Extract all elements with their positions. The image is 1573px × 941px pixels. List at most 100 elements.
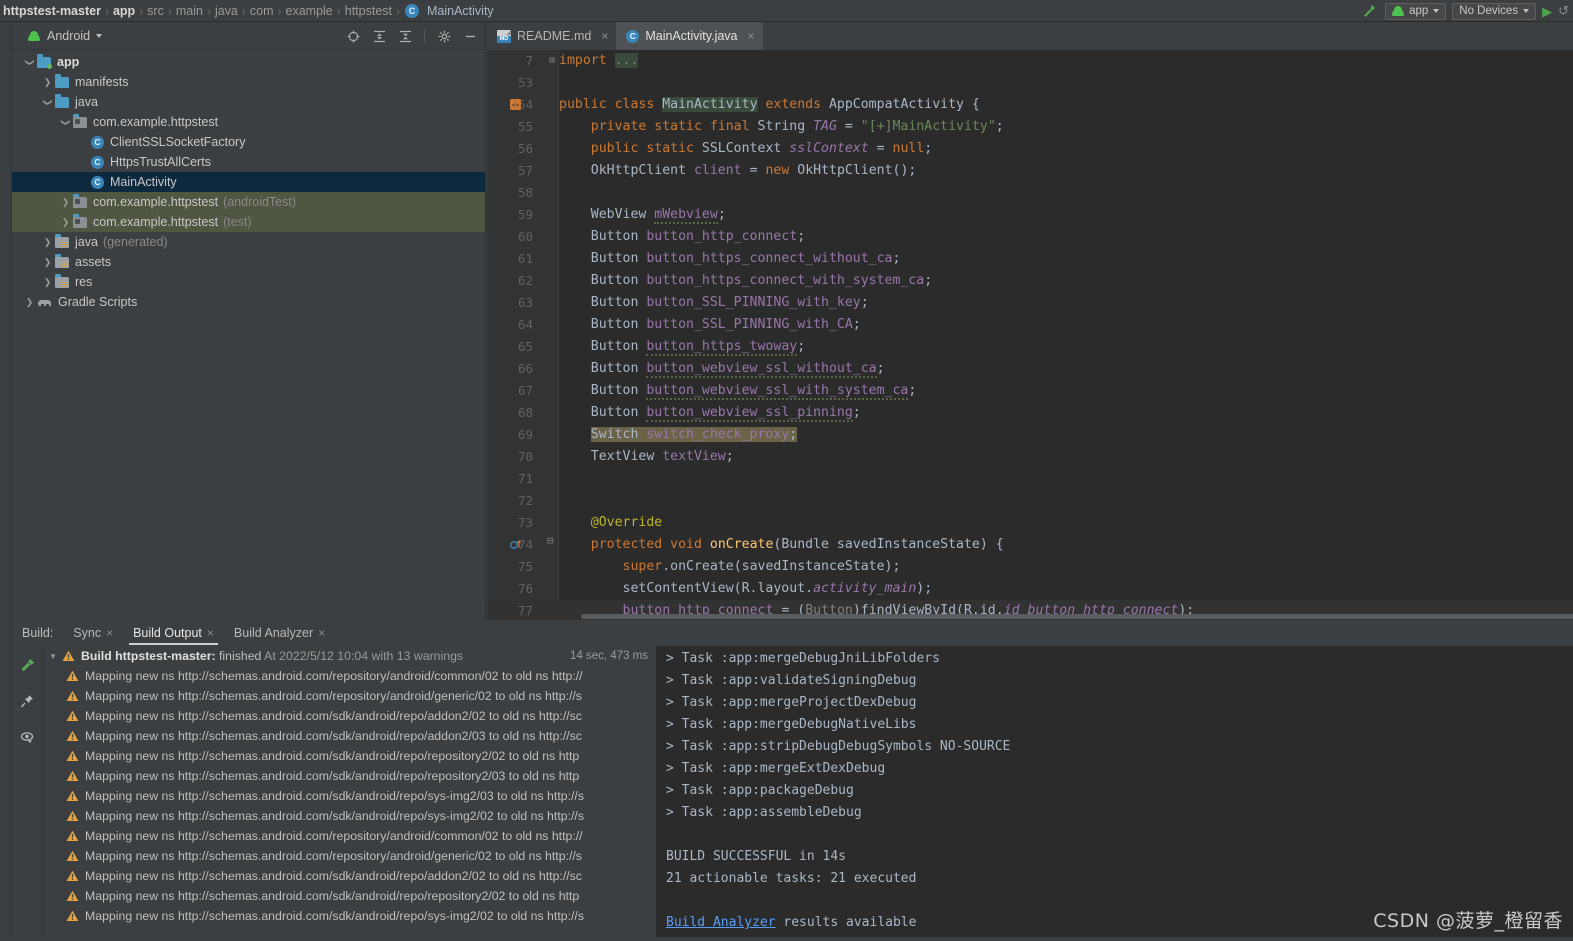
code-line[interactable]: 65 Button button_https_twoway; (518, 336, 1573, 358)
target-icon[interactable] (346, 29, 360, 43)
code-line[interactable]: 63 Button button_SSL_PINNING_with_key; (518, 292, 1573, 314)
breadcrumb-item[interactable]: httpstest (342, 0, 395, 22)
chevron-right-icon[interactable]: ❯ (42, 257, 53, 268)
minimize-icon[interactable] (463, 29, 477, 43)
code-line[interactable]: 53 (518, 72, 1573, 94)
chevron-down-icon[interactable]: ❯ (24, 57, 35, 68)
build-summary-row[interactable]: ▾ Build httpstest-master: finished At 202… (44, 646, 656, 666)
build-warning-row[interactable]: Mapping new ns http://schemas.android.co… (44, 726, 656, 746)
code-line[interactable]: 61 Button button_https_connect_without_c… (518, 248, 1573, 270)
tree-node-com-example-httpstest[interactable]: ❯ com.example.httpstest (12, 112, 485, 132)
settings-gear-icon[interactable] (437, 29, 451, 43)
code-line[interactable]: 67 Button button_webview_ssl_with_system… (518, 380, 1573, 402)
tree-node-com-example-httpstest[interactable]: ❯ com.example.httpstest (androidTest) (12, 192, 485, 212)
code-line[interactable]: 71 (518, 468, 1573, 490)
chevron-right-icon[interactable]: ❯ (60, 217, 71, 228)
tree-node-clientsslsocketfactory[interactable]: ❯CClientSSLSocketFactory (12, 132, 485, 152)
code-line[interactable]: 75 super.onCreate(savedInstanceState); (518, 556, 1573, 578)
breadcrumb-item[interactable]: com (247, 0, 277, 22)
code-line[interactable]: 7 ⊞ import ... (525, 50, 1573, 72)
code-line[interactable]: 60 Button button_http_connect; (518, 226, 1573, 248)
build-warning-row[interactable]: Mapping new ns http://schemas.android.co… (44, 846, 656, 866)
breadcrumb[interactable]: httpstest-master › app › src › main › java › com › e… (0, 0, 497, 22)
device-selector[interactable]: No Devices (1452, 2, 1537, 20)
code-line[interactable]: 59 WebView mWebview; (518, 204, 1573, 226)
debug-icon[interactable]: ↺ (1558, 3, 1569, 19)
tree-node-mainactivity[interactable]: ❯CMainActivity (12, 172, 485, 192)
close-icon[interactable]: × (106, 626, 113, 640)
code-line[interactable]: 66 Button button_webview_ssl_without_ca; (518, 358, 1573, 380)
build-warning-row[interactable]: Mapping new ns http://schemas.android.co… (44, 826, 656, 846)
build-warning-row[interactable]: Mapping new ns http://schemas.android.co… (44, 906, 656, 926)
tree-node-res[interactable]: ❯ res (12, 272, 485, 292)
gutter-override-icon[interactable] (510, 538, 522, 554)
breadcrumb-item[interactable]: httpstest-master (0, 0, 104, 22)
hammer-icon[interactable] (19, 656, 37, 674)
build-warning-row[interactable]: Mapping new ns http://schemas.android.co… (44, 766, 656, 786)
code-line[interactable]: 73 @Override (518, 512, 1573, 534)
editor-tab-mainactivity-java[interactable]: C MainActivity.java × (616, 22, 763, 50)
eye-icon[interactable] (19, 728, 37, 746)
expand-all-icon[interactable] (372, 29, 386, 43)
code-line[interactable]: 76 setContentView(R.layout.activity_main… (518, 578, 1573, 600)
breadcrumb-item[interactable]: main (173, 0, 206, 22)
build-warning-row[interactable]: Mapping new ns http://schemas.android.co… (44, 886, 656, 906)
chevron-right-icon[interactable]: ❯ (60, 197, 71, 208)
close-icon[interactable]: × (207, 626, 214, 640)
tree-node-app[interactable]: ❯ app (12, 52, 485, 72)
tree-node-com-example-httpstest[interactable]: ❯ com.example.httpstest (test) (12, 212, 485, 232)
chevron-down-icon[interactable]: ❯ (60, 117, 71, 128)
tree-node-java[interactable]: ❯ java (12, 92, 485, 112)
tree-node-java[interactable]: ❯ java (generated) (12, 232, 485, 252)
breadcrumb-item[interactable]: app (110, 0, 138, 22)
chevron-down-icon[interactable]: ❯ (42, 97, 53, 108)
code-line[interactable]: 58 (518, 182, 1573, 204)
run-icon[interactable]: ▶ (1542, 5, 1552, 18)
chevron-right-icon[interactable]: ❯ (42, 237, 53, 248)
editor-tab-readme-md[interactable]: README.md × (487, 22, 616, 50)
collapse-all-icon[interactable] (398, 29, 412, 43)
build-warning-row[interactable]: Mapping new ns http://schemas.android.co… (44, 866, 656, 886)
close-icon[interactable]: × (318, 626, 325, 640)
code-line[interactable]: 74 ⊟ protected void onCreate(Bundle saved… (510, 534, 1573, 556)
breadcrumb-item[interactable]: java (212, 0, 241, 22)
code-line[interactable]: 62 Button button_https_connect_with_syst… (518, 270, 1573, 292)
build-tab-sync[interactable]: Sync × (63, 620, 123, 646)
run-configuration-selector[interactable]: app (1385, 2, 1447, 20)
breadcrumb-item[interactable]: example (283, 0, 336, 22)
code-line[interactable]: 54 <> public class MainActivity extends Ap… (510, 94, 1573, 116)
build-log-output[interactable]: > Task :app:mergeDebugJniLibFolders > Tas… (656, 646, 1573, 941)
code-line[interactable]: 68 Button button_webview_ssl_pinning; (518, 402, 1573, 424)
code-line[interactable]: 56 public static SSLContext sslContext =… (518, 138, 1573, 160)
code-lines[interactable]: 7 ⊞ import ... 53 54 <> public class MainActiv… (487, 50, 1573, 620)
breadcrumb-current-file[interactable]: MainActivity (424, 0, 497, 22)
build-warning-row[interactable]: Mapping new ns http://schemas.android.co… (44, 706, 656, 726)
code-line[interactable]: 57 OkHttpClient client = new OkHttpClien… (518, 160, 1573, 182)
code-line[interactable]: 70 TextView textView; (518, 446, 1573, 468)
tree-node-assets[interactable]: ❯ assets (12, 252, 485, 272)
code-line[interactable]: 72 (518, 490, 1573, 512)
build-warning-row[interactable]: Mapping new ns http://schemas.android.co… (44, 806, 656, 826)
chevron-down-icon[interactable] (96, 33, 103, 38)
project-tree[interactable]: ❯ app ❯ manifests ❯ java ❯ com.example.httpstes… (12, 50, 485, 312)
tree-node-manifests[interactable]: ❯ manifests (12, 72, 485, 92)
chevron-down-icon[interactable]: ▾ (44, 651, 62, 662)
chevron-right-icon[interactable]: ❯ (42, 277, 53, 288)
gutter-class-icon[interactable]: <> (509, 98, 522, 114)
fold-toggle-icon[interactable]: ⊟ (547, 534, 554, 547)
chevron-right-icon[interactable]: ❯ (24, 297, 35, 308)
build-hammer-icon[interactable] (1359, 2, 1379, 20)
breadcrumb-item[interactable]: src (144, 0, 167, 22)
build-tab-build-output[interactable]: Build Output × (123, 620, 224, 646)
code-area[interactable]: 7 ⊞ import ... 53 54 <> public class MainActiv… (487, 50, 1573, 620)
project-view-selector[interactable]: Android (47, 29, 90, 43)
code-line[interactable]: 64 Button button_SSL_PINNING_with_CA; (518, 314, 1573, 336)
build-analyzer-link[interactable]: Build Analyzer (666, 915, 776, 930)
build-warning-row[interactable]: Mapping new ns http://schemas.android.co… (44, 666, 656, 686)
build-warning-row[interactable]: Mapping new ns http://schemas.android.co… (44, 686, 656, 706)
tree-node-httpstrustallcerts[interactable]: ❯CHttpsTrustAllCerts (12, 152, 485, 172)
close-icon[interactable]: × (748, 29, 755, 43)
close-icon[interactable]: × (601, 29, 608, 43)
build-warning-row[interactable]: Mapping new ns http://schemas.android.co… (44, 746, 656, 766)
code-line[interactable]: 69 Switch switch_check_proxy; (518, 424, 1573, 446)
